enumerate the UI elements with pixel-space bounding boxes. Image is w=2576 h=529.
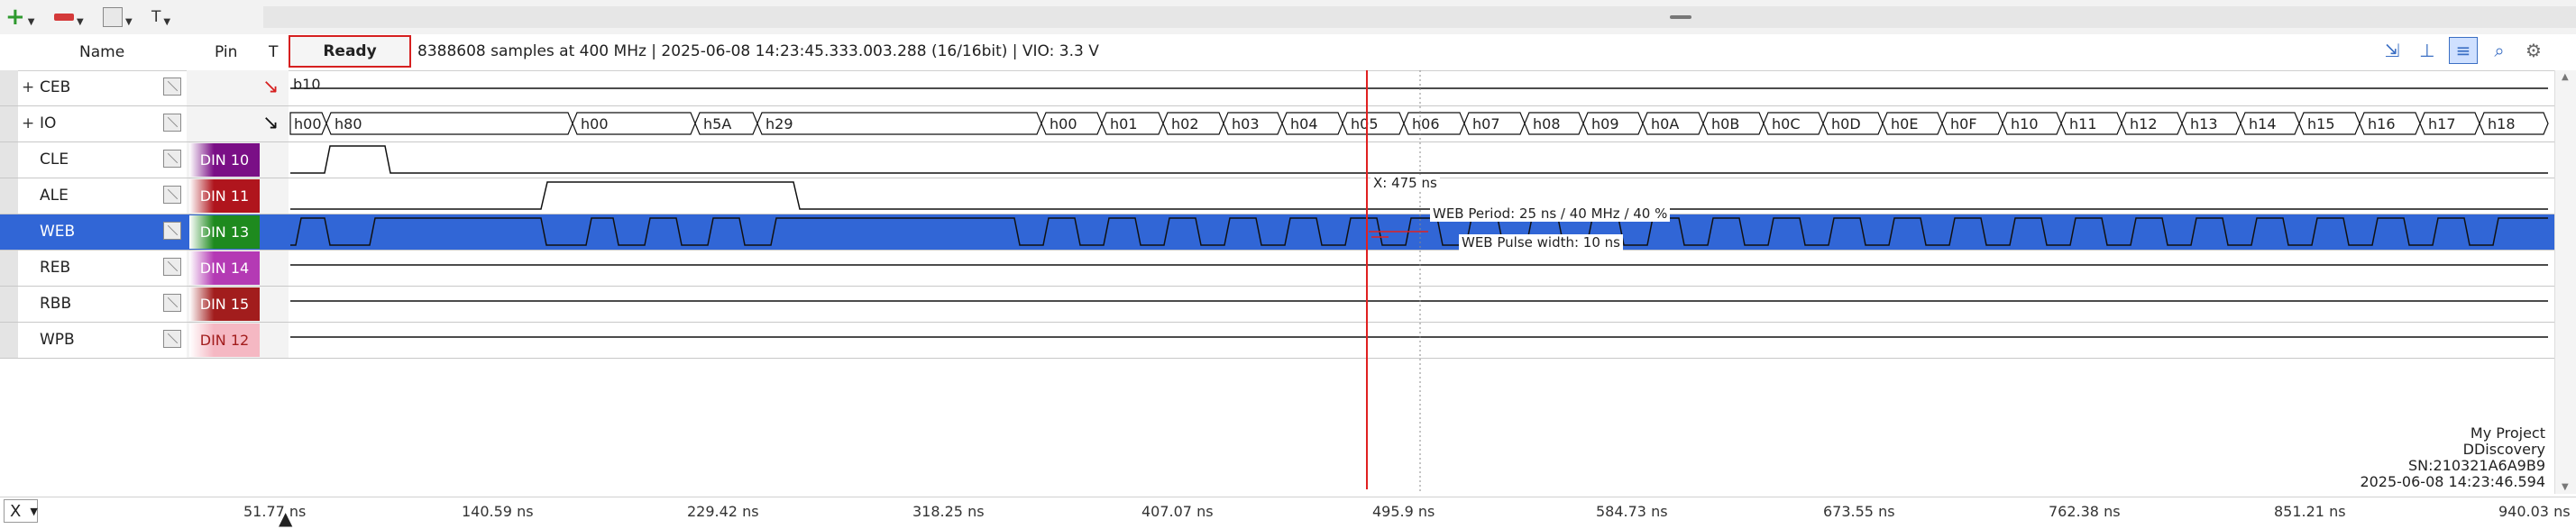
chevron-down-icon: ▼ <box>30 505 38 517</box>
axis-tick-label: 318.25 ns <box>912 503 985 520</box>
io-bus-value: h15 <box>2307 115 2335 132</box>
io-bus-value: h16 <box>2368 115 2396 132</box>
cle-trace <box>290 145 2548 174</box>
io-bus-segment <box>756 112 1042 135</box>
axis-tick-label: 495.9 ns <box>1372 503 1435 520</box>
serial-number: SN:210321A6A9B9 <box>2408 457 2545 474</box>
io-bus-value: h00 <box>1050 115 1077 132</box>
io-bus-value: h03 <box>1232 115 1260 132</box>
period-measurement-label: WEB Period: 25 ns / 40 MHz / 40 % <box>1430 205 1671 222</box>
io-bus-value: h10 <box>2011 115 2039 132</box>
axis-tick-label: 51.77 ns <box>243 503 307 520</box>
time-axis <box>0 497 2576 529</box>
io-bus-value: h18 <box>2488 115 2516 132</box>
axis-tick-label: 229.42 ns <box>687 503 759 520</box>
io-bus-value: h14 <box>2249 115 2277 132</box>
io-bus-segment <box>325 112 573 135</box>
io-bus-value: h17 <box>2428 115 2456 132</box>
io-bus-value: h05 <box>1351 115 1379 132</box>
axis-tick-label: 762.38 ns <box>2049 503 2121 520</box>
x-axis-menu-button[interactable]: X ▼ <box>4 499 38 523</box>
io-bus-value: h07 <box>1472 115 1500 132</box>
waveform-plot[interactable]: h00 h80 h00 h5A h29 h00 h01 h02 h03 h04 h05 h06 h07 h… <box>0 0 2554 497</box>
io-bus-value: h08 <box>1533 115 1561 132</box>
vertical-scrollbar[interactable] <box>2554 70 2576 494</box>
io-bus-value: h29 <box>765 115 793 132</box>
io-bus-value: h09 <box>1591 115 1619 132</box>
ceb-value-label: b10 <box>293 76 321 93</box>
io-bus-value: h04 <box>1290 115 1318 132</box>
io-bus-value: h0B <box>1711 115 1739 132</box>
axis-tick-label: 140.59 ns <box>462 503 534 520</box>
io-bus-value: h0E <box>1891 115 1918 132</box>
capture-timestamp: 2025-06-08 14:23:46.594 <box>2360 473 2545 490</box>
io-bus-value: h02 <box>1171 115 1199 132</box>
project-watermark: My Project DDiscovery SN:210321A6A9B9 20… <box>2360 425 2545 490</box>
io-bus-value: h00 <box>294 115 322 132</box>
project-name: My Project <box>2470 424 2545 442</box>
axis-tick-label: 673.55 ns <box>1823 503 1895 520</box>
io-bus-value: h0D <box>1831 115 1861 132</box>
io-bus-value: h12 <box>2130 115 2158 132</box>
io-bus-value: h0F <box>1950 115 1977 132</box>
pulse-width-label: WEB Pulse width: 10 ns <box>1459 234 1623 251</box>
cursor-position-label: X: 475 ns <box>1371 175 1440 191</box>
io-bus-value: h0A <box>1651 115 1679 132</box>
io-bus-value: h0C <box>1772 115 1801 132</box>
io-bus-value: h80 <box>335 115 362 132</box>
axis-tick-label: 584.73 ns <box>1596 503 1668 520</box>
axis-tick-label: 940.03 ns <box>2498 503 2571 520</box>
io-bus-value: h01 <box>1110 115 1138 132</box>
io-bus-value: h5A <box>703 115 731 132</box>
io-bus-value: h13 <box>2190 115 2218 132</box>
device-name: DDiscovery <box>2462 441 2545 458</box>
io-bus-value: h11 <box>2069 115 2097 132</box>
axis-tick-label: 407.07 ns <box>1141 503 1214 520</box>
io-bus-value: h00 <box>581 115 609 132</box>
axis-tick-label: 851.21 ns <box>2274 503 2346 520</box>
io-bus-value: h06 <box>1412 115 1440 132</box>
